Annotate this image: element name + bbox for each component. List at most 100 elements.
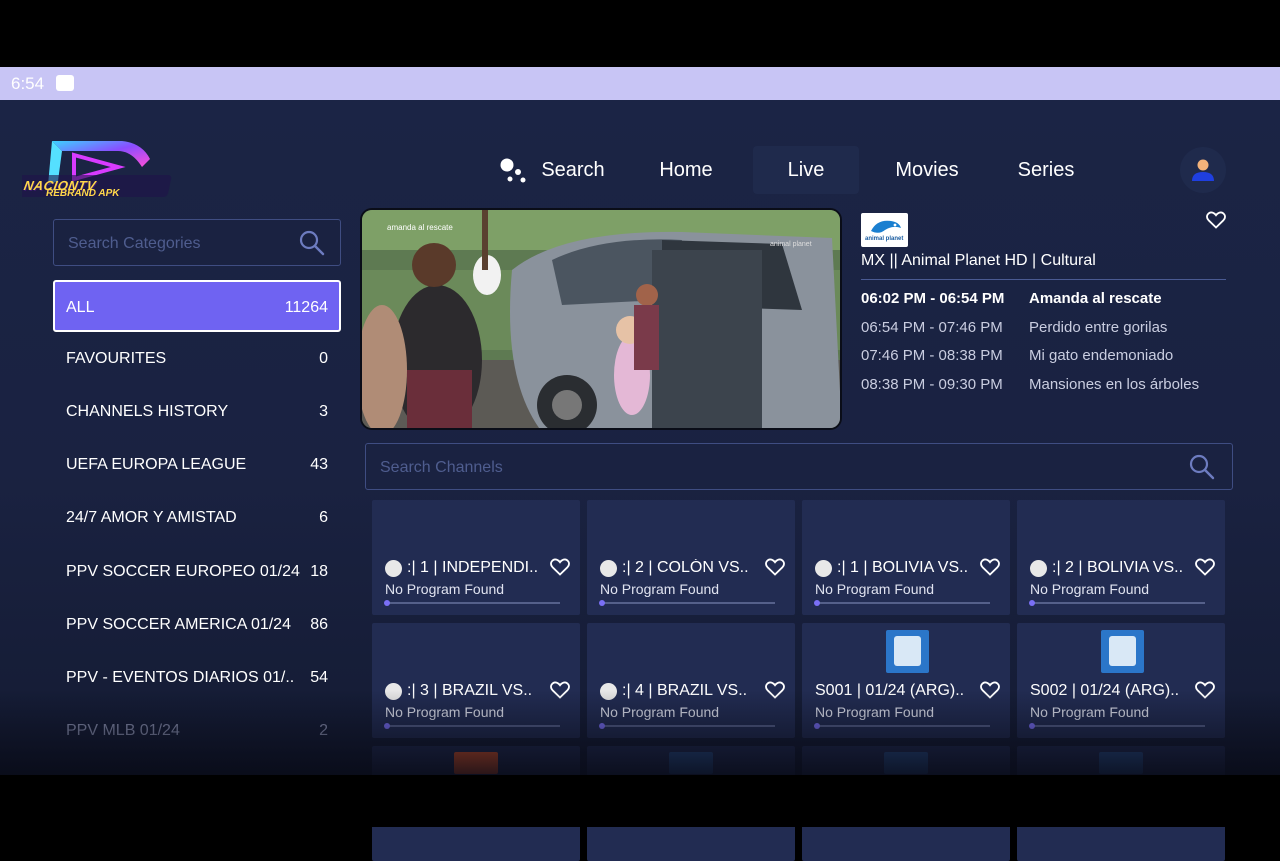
channel-title: :| 1 | INDEPENDI.. [407, 559, 539, 576]
progress-bar [1029, 723, 1205, 729]
status-time: 6:54 [11, 74, 45, 93]
channel-logo-text: animal planet [865, 236, 904, 242]
progress-bar [384, 723, 560, 729]
epg-program-title: Perdido entre gorilas [1029, 319, 1168, 336]
channel-title: :| 3 | BRAZIL VS.. [407, 682, 533, 699]
channel-card[interactable]: :| 1 | INDEPENDI.. No Program Found [372, 500, 580, 615]
nav-search[interactable]: Search [538, 146, 608, 194]
video-player[interactable]: amanda al rescate animal planet [360, 208, 842, 430]
nav-home[interactable]: Home [650, 146, 722, 194]
category-item[interactable]: PPV SOCCER AMERICA 01/24 86 [53, 599, 341, 651]
video-overlay-title: amanda al rescate [387, 223, 453, 232]
category-item[interactable]: ALL 11264 [53, 280, 341, 332]
divider [861, 279, 1226, 280]
ball-icon [815, 560, 832, 577]
progress-bar [599, 723, 775, 729]
category-item[interactable]: 24/7 AMOR Y AMISTAD 6 [53, 492, 341, 544]
channel-title: :| 2 | BOLIVIA VS.. [1052, 559, 1184, 576]
favorite-heart-icon[interactable] [765, 681, 785, 699]
progress-bar [1029, 600, 1205, 606]
category-count: 6 [319, 509, 328, 526]
video-watermark: animal planet [770, 241, 812, 248]
category-count: 2 [319, 722, 328, 739]
channel-logo-thumb [454, 752, 498, 774]
category-name: CHANNELS HISTORY [66, 403, 229, 420]
channel-logo-thumb [886, 630, 929, 673]
search-icon[interactable] [1189, 454, 1215, 480]
channel-card[interactable]: S002 | 01/24 (ARG).. No Program Found [1017, 623, 1225, 738]
category-name: PPV - EVENTOS DIARIOS 01/.. [66, 669, 295, 686]
search-icon[interactable] [299, 230, 325, 256]
channel-card[interactable]: :| 1 | BOLIVIA VS.. No Program Found [802, 500, 1010, 615]
nav-live[interactable]: Live [753, 146, 859, 194]
category-count: 86 [310, 616, 328, 633]
status-bar: 6:54 [0, 67, 1280, 100]
category-count: 18 [310, 563, 328, 580]
channel-program: No Program Found [385, 704, 505, 720]
channel-program: No Program Found [1030, 704, 1150, 720]
favorite-heart-icon[interactable] [550, 558, 570, 576]
ball-icon [385, 683, 402, 700]
category-name: 24/7 AMOR Y AMISTAD [66, 509, 237, 526]
category-name: FAVOURITES [66, 350, 167, 367]
epg-program-time: 06:02 PM - 06:54 PM [861, 290, 1005, 307]
favorite-heart-icon[interactable] [1195, 558, 1215, 576]
category-name: PPV SOCCER AMERICA 01/24 [66, 616, 291, 633]
category-search-box[interactable] [53, 219, 341, 267]
category-count: 3 [319, 403, 328, 420]
video-frame: amanda al rescate animal planet [362, 210, 840, 428]
channel-logo-thumb [1099, 752, 1143, 774]
category-item[interactable]: CHANNELS HISTORY 3 [53, 386, 341, 438]
epg-program-title: Mansiones en los árboles [1029, 376, 1200, 393]
category-name: PPV SOCCER EUROPEO 01/24 [66, 563, 300, 580]
epg-program-time: 06:54 PM - 07:46 PM [861, 319, 1003, 336]
top-nav: Search Home Live Movies Series [0, 146, 1280, 194]
channel-card[interactable]: :| 2 | COLÓN VS.. No Program Found [587, 500, 795, 615]
channel-card[interactable]: :| 2 | BOLIVIA VS.. No Program Found [1017, 500, 1225, 615]
epg-channel-name: MX || Animal Planet HD | Cultural [861, 252, 1096, 269]
channel-search-box[interactable] [365, 443, 1233, 491]
channel-card[interactable]: :| 3 | BRAZIL VS.. No Program Found [372, 623, 580, 738]
category-item[interactable]: PPV MLB 01/24 2 [53, 705, 341, 757]
channel-program: No Program Found [600, 704, 720, 720]
category-count: 43 [310, 456, 328, 473]
favorite-heart-icon[interactable] [980, 558, 1000, 576]
epg-program-title: Amanda al rescate [1029, 290, 1162, 307]
epg-program-title: Mi gato endemoniado [1029, 347, 1174, 364]
epg-program-time: 07:46 PM - 08:38 PM [861, 347, 1003, 364]
bottom-bar [0, 775, 1280, 827]
ball-icon [385, 560, 402, 577]
favorite-heart-icon[interactable] [765, 558, 785, 576]
category-name: UEFA EUROPA LEAGUE [66, 456, 247, 473]
channel-card[interactable]: :| 4 | BRAZIL VS.. No Program Found [587, 623, 795, 738]
category-item[interactable]: UEFA EUROPA LEAGUE 43 [53, 439, 341, 491]
channel-title: :| 1 | BOLIVIA VS.. [837, 559, 969, 576]
channel-logo: animal planet [861, 213, 908, 247]
nav-series[interactable]: Series [1012, 146, 1080, 194]
category-item[interactable]: FAVOURITES 0 [53, 333, 341, 385]
progress-bar [814, 600, 990, 606]
channel-search-input[interactable] [378, 444, 1075, 491]
category-count: 54 [310, 669, 328, 686]
channel-card[interactable]: S001 | 01/24 (ARG).. No Program Found [802, 623, 1010, 738]
channel-program: No Program Found [600, 581, 720, 597]
category-search-input[interactable] [66, 220, 299, 267]
user-icon [1192, 159, 1214, 181]
channel-program: No Program Found [385, 581, 505, 597]
category-item[interactable]: PPV - EVENTOS DIARIOS 01/.. 54 [53, 652, 341, 704]
profile-avatar[interactable] [1180, 147, 1226, 193]
favorite-heart-icon[interactable] [980, 681, 1000, 699]
notification-icon [56, 75, 74, 91]
category-count: 0 [319, 350, 328, 367]
progress-bar [814, 723, 990, 729]
channel-title: S002 | 01/24 (ARG).. [1030, 682, 1180, 699]
nav-movies[interactable]: Movies [889, 146, 965, 194]
favorite-heart-icon[interactable] [1206, 211, 1226, 229]
epg-program-time: 08:38 PM - 09:30 PM [861, 376, 1003, 393]
ball-icon [1030, 560, 1047, 577]
favorite-heart-icon[interactable] [1195, 681, 1215, 699]
category-count: 11264 [284, 299, 328, 316]
favorite-heart-icon[interactable] [550, 681, 570, 699]
ball-icon [600, 683, 617, 700]
category-item[interactable]: PPV SOCCER EUROPEO 01/24 18 [53, 546, 341, 598]
